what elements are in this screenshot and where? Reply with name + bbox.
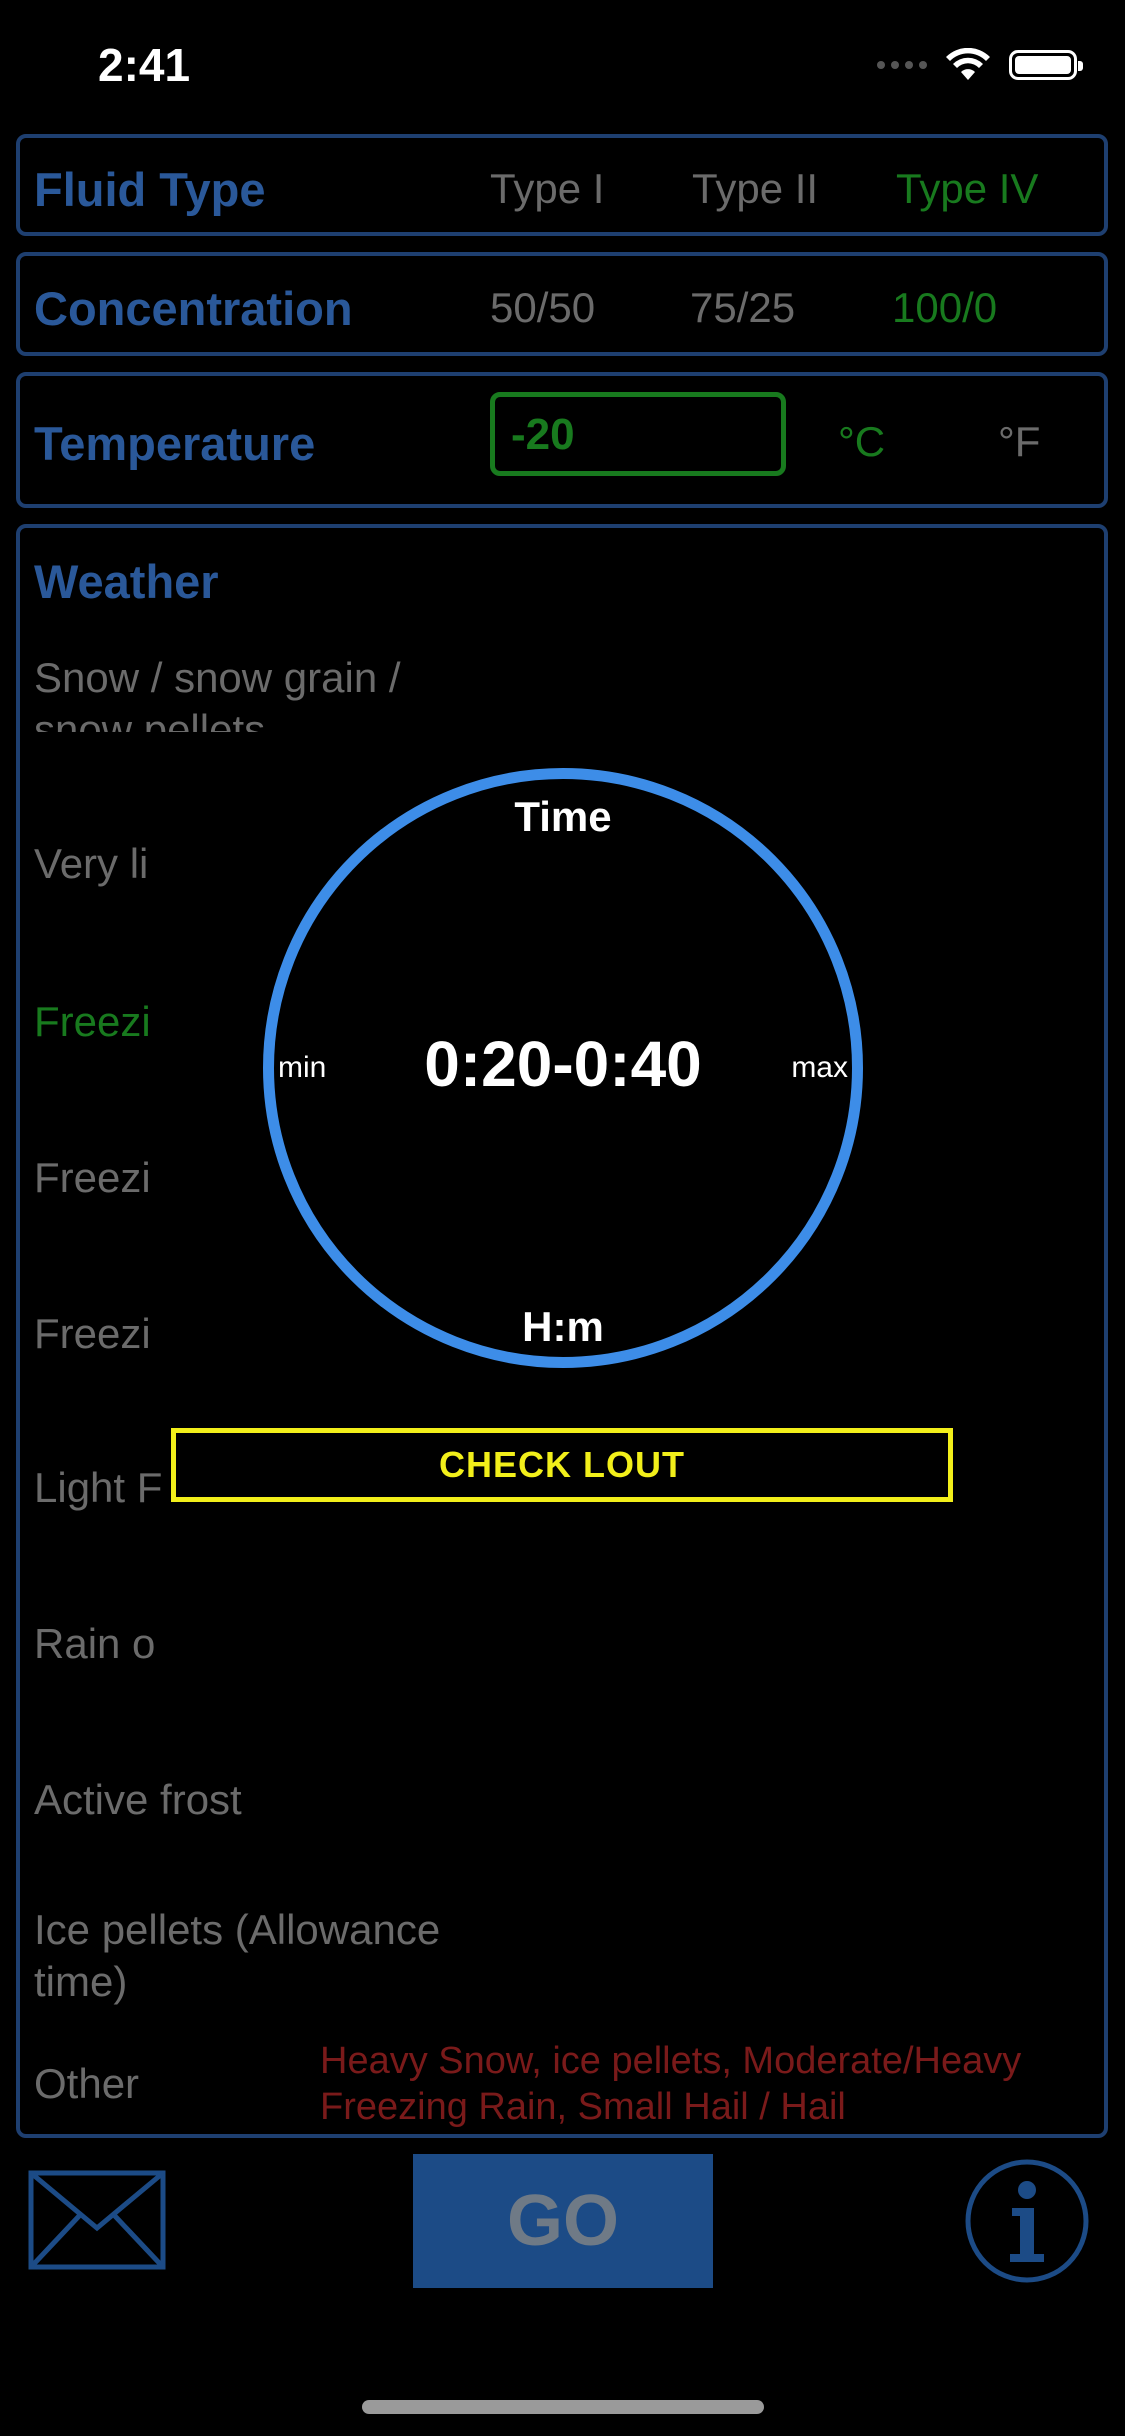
check-lout-button[interactable]: CHECK LOUT — [171, 1428, 953, 1502]
temperature-label: Temperature — [34, 417, 316, 470]
concentration-label: Concentration — [34, 282, 353, 335]
info-icon[interactable] — [964, 2158, 1090, 2284]
gauge-max-label: max — [791, 1051, 848, 1084]
concentration-option-75-25[interactable]: 75/25 — [690, 284, 795, 332]
fluid-type-row: Fluid Type Type I Type II Type IV — [16, 134, 1108, 236]
status-indicators — [877, 48, 1083, 82]
holdover-time-value: 0:20-0:40 — [424, 1028, 702, 1100]
temperature-row: Temperature -20 °C °F — [16, 372, 1108, 508]
fluid-type-option-1[interactable]: Type I — [490, 165, 604, 213]
weather-item-active-frost[interactable]: Active frost — [34, 1774, 504, 1826]
weather-label: Weather — [34, 555, 219, 608]
other-conditions-note: Heavy Snow, ice pellets, Moderate/Heavy … — [320, 2040, 1022, 2128]
fluid-type-label: Fluid Type — [34, 163, 266, 216]
go-button[interactable]: GO — [413, 2154, 713, 2288]
concentration-option-100-0[interactable]: 100/0 — [892, 284, 997, 332]
weather-item-snow[interactable]: Snow / snow grain / snow pellets — [34, 652, 504, 732]
gauge-units: H:m — [522, 1303, 604, 1350]
weather-item-ice-pellets[interactable]: Ice pellets (Allowance time) — [34, 1904, 454, 2008]
cellular-signal-icon — [877, 61, 927, 69]
battery-icon — [1009, 50, 1083, 80]
wifi-icon — [946, 48, 990, 80]
holdover-time-gauge: Time 0:20-0:40 min max H:m — [263, 768, 863, 1368]
mail-icon[interactable] — [28, 2170, 166, 2270]
unit-celsius[interactable]: °C — [838, 418, 885, 466]
home-indicator[interactable] — [362, 2400, 764, 2414]
fluid-type-option-2[interactable]: Type II — [692, 165, 818, 213]
gauge-title: Time — [514, 793, 612, 840]
status-time: 2:41 — [98, 39, 191, 91]
unit-fahrenheit[interactable]: °F — [998, 418, 1040, 466]
gauge-min-label: min — [278, 1051, 327, 1084]
temperature-input[interactable]: -20 — [490, 392, 786, 476]
fluid-type-option-4[interactable]: Type IV — [896, 165, 1038, 213]
concentration-row: Concentration 50/50 75/25 100/0 — [16, 252, 1108, 356]
concentration-option-50-50[interactable]: 50/50 — [490, 284, 595, 332]
weather-item-rain[interactable]: Rain o — [34, 1618, 504, 1670]
